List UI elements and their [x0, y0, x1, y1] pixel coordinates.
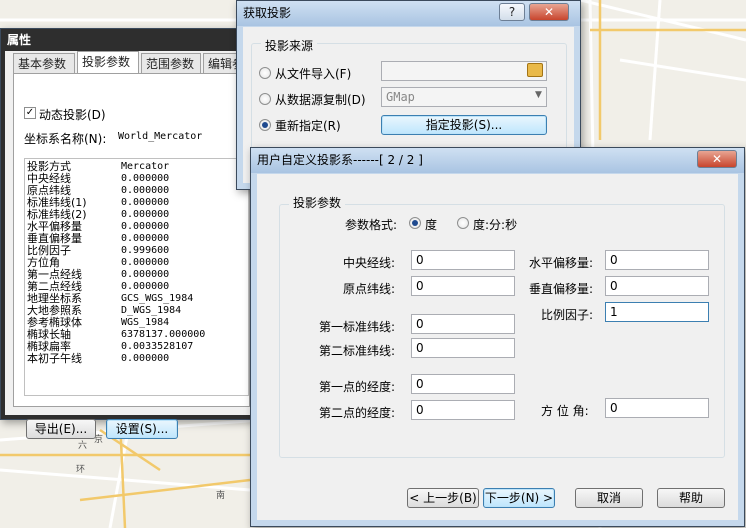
map-label: 南: [216, 491, 226, 501]
param-value: 0.000000: [121, 353, 170, 364]
format-degree-radio[interactable]: [409, 217, 421, 229]
false-northing-input[interactable]: 0: [605, 276, 709, 296]
param-value: 0.000000: [121, 173, 170, 184]
format-dms-radio[interactable]: [457, 217, 469, 229]
from-datasource-radio[interactable]: [259, 93, 271, 105]
file-path-input[interactable]: [381, 61, 547, 81]
param-value: 0.999600: [121, 245, 170, 256]
dynamic-projection-label: 动态投影(D): [39, 108, 106, 122]
chevron-down-icon: ▼: [535, 90, 542, 100]
azimuth-input[interactable]: 0: [605, 398, 709, 418]
help-button[interactable]: 帮助: [657, 488, 725, 508]
azimuth-label: 方 位 角:: [541, 404, 589, 418]
custom-projection-title: 用户自定义投影系------[ 2 / 2 ]: [251, 148, 744, 173]
map-label: 六: [78, 441, 88, 451]
scale-factor-label: 比例因子:: [541, 308, 594, 322]
crs-name-value: World_Mercator: [118, 131, 203, 142]
false-easting-input[interactable]: 0: [605, 250, 709, 270]
format-dms-label: 度:分:秒: [473, 218, 518, 232]
standard-parallel-1-input[interactable]: 0: [411, 314, 515, 334]
properties-window: 属性 基本参数 投影参数 范围参数 编辑参 ✓ 动态投影(D) 坐标系名称(N)…: [0, 28, 255, 439]
origin-latitude-input[interactable]: 0: [411, 276, 515, 296]
params-group-label: 投影参数: [289, 194, 346, 211]
redefine-label: 重新指定(R): [275, 119, 341, 133]
specify-projection-button[interactable]: 指定投影(S)...: [381, 115, 547, 135]
map-label: 环: [76, 465, 86, 475]
properties-body: 基本参数 投影参数 范围参数 编辑参 ✓ 动态投影(D) 坐标系名称(N): W…: [5, 51, 253, 439]
tab-extent[interactable]: 范围参数: [141, 53, 201, 73]
custom-projection-window: 用户自定义投影系------[ 2 / 2 ] ✕ 投影参数 参数格式: 度 度…: [250, 147, 745, 527]
origin-latitude-label: 原点纬线:: [343, 282, 396, 296]
point2-longitude-input[interactable]: 0: [411, 400, 515, 420]
standard-parallel-2-input[interactable]: 0: [411, 338, 515, 358]
param-value: 0.000000: [121, 257, 170, 268]
central-meridian-label: 中央经线:: [343, 256, 396, 270]
from-file-label: 从文件导入(F): [275, 67, 352, 81]
projection-tab-panel: ✓ 动态投影(D) 坐标系名称(N): World_Mercator 投影方式 M…: [13, 73, 250, 439]
source-group-label: 投影来源: [261, 37, 318, 54]
param-value: 0.000000: [121, 233, 170, 244]
custom-projection-body: 投影参数 参数格式: 度 度:分:秒 中央经线: 0 水平偏移量: 0 原点纬线…: [257, 174, 738, 520]
projection-params-list: 投影方式 Mercator 中央经线 0.000000 原点纬线 0.000000 标准纬线…: [24, 158, 249, 396]
properties-tabs: 基本参数 投影参数 范围参数 编辑参: [13, 51, 253, 73]
format-label: 参数格式:: [345, 218, 398, 232]
false-northing-label: 垂直偏移量:: [529, 282, 594, 296]
param-value: D_WGS_1984: [121, 305, 182, 316]
param-value: WGS_1984: [121, 317, 170, 328]
param-value: 0.0033528107: [121, 341, 194, 352]
param-value: GCS_WGS_1984: [121, 293, 194, 304]
redefine-radio[interactable]: [259, 119, 271, 131]
tab-projection[interactable]: 投影参数: [77, 51, 139, 73]
close-button[interactable]: ✕: [697, 150, 737, 168]
scale-factor-input[interactable]: 1: [605, 302, 709, 322]
param-value: 0.000000: [121, 221, 170, 232]
param-row: 本初子午线 0.000000: [27, 353, 246, 365]
from-file-radio[interactable]: [259, 67, 271, 79]
back-button[interactable]: < 上一步(B): [407, 488, 479, 508]
param-value: 0.000000: [121, 185, 170, 196]
param-value: 0.000000: [121, 269, 170, 280]
next-button[interactable]: 下一步(N) >: [483, 488, 555, 508]
standard-parallel-1-label: 第一标准纬线:: [319, 320, 396, 334]
param-value: Mercator: [121, 161, 170, 172]
param-value: 0.000000: [121, 281, 170, 292]
format-degree-label: 度: [425, 218, 438, 232]
point1-longitude-label: 第一点的经度:: [319, 380, 396, 394]
false-easting-label: 水平偏移量:: [529, 256, 594, 270]
settings-button[interactable]: 设置(S)...: [106, 419, 178, 439]
central-meridian-input[interactable]: 0: [411, 250, 515, 270]
from-datasource-label: 从数据源复制(D): [275, 93, 366, 107]
param-name: 本初子午线: [27, 352, 82, 365]
param-value: 6378137.000000: [121, 329, 206, 340]
param-value: 0.000000: [121, 197, 170, 208]
param-value: 0.000000: [121, 209, 170, 220]
cancel-button[interactable]: 取消: [575, 488, 643, 508]
tab-basic[interactable]: 基本参数: [13, 53, 75, 73]
point2-longitude-label: 第二点的经度:: [319, 406, 396, 420]
folder-icon[interactable]: [527, 63, 543, 77]
help-title-button[interactable]: ?: [499, 3, 525, 21]
point1-longitude-input[interactable]: 0: [411, 374, 515, 394]
properties-title: 属性: [1, 29, 254, 51]
datasource-select[interactable]: GMap: [381, 87, 547, 107]
standard-parallel-2-label: 第二标准纬线:: [319, 344, 396, 358]
crs-name-label: 坐标系名称(N):: [24, 132, 107, 146]
close-button[interactable]: ✕: [529, 3, 569, 21]
dynamic-projection-checkbox[interactable]: ✓: [24, 107, 36, 119]
export-button[interactable]: 导出(E)...: [26, 419, 96, 439]
